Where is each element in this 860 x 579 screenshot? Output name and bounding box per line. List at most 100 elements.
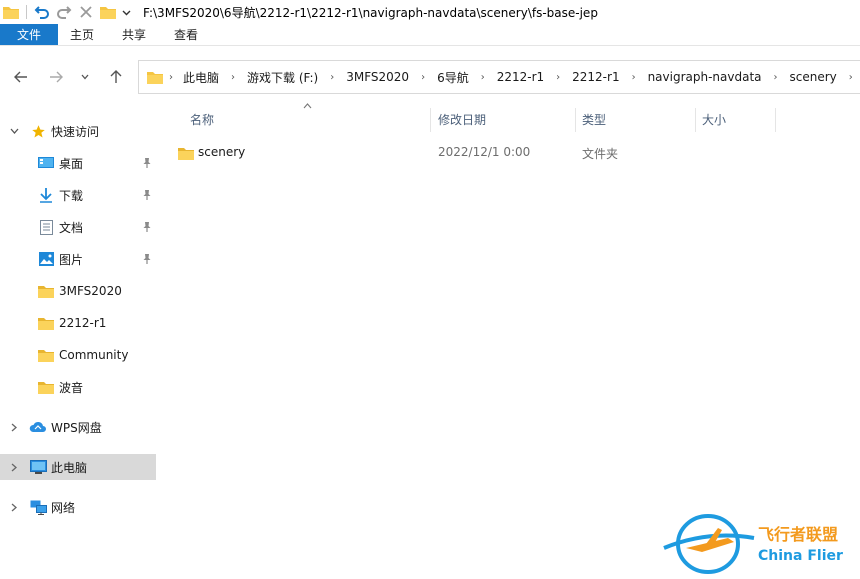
breadcrumb-separator: ›: [773, 71, 778, 83]
new-folder-icon[interactable]: [97, 1, 119, 23]
column-header-modified[interactable]: 修改日期: [438, 108, 486, 130]
column-divider[interactable]: [430, 108, 431, 132]
undo-icon[interactable]: [31, 1, 53, 23]
arrow-right-icon: [50, 71, 63, 83]
tab-view[interactable]: 查看: [160, 24, 212, 45]
chevron-right-icon[interactable]: [9, 422, 19, 432]
redo-icon[interactable]: [53, 1, 75, 23]
tab-file[interactable]: 文件: [0, 24, 58, 45]
chevron-right-icon[interactable]: [9, 462, 19, 472]
window-title: F:\3MFS2020\6导航\2212-r1\2212-r1\navigrap…: [143, 5, 598, 20]
sidebar-item-label: 桌面: [59, 156, 84, 171]
chevron-down-icon[interactable]: [9, 126, 19, 136]
back-button[interactable]: [9, 66, 33, 88]
chevron-right-icon[interactable]: [9, 502, 19, 512]
ribbon-tabs: 文件 主页 共享 查看: [0, 24, 860, 46]
forward-button[interactable]: [44, 66, 68, 88]
sidebar-item-label: 快速访问: [51, 124, 100, 139]
column-divider[interactable]: [575, 108, 576, 132]
sidebar-item-label: 下载: [59, 188, 84, 203]
column-divider[interactable]: [695, 108, 696, 132]
tab-home[interactable]: 主页: [58, 24, 108, 45]
pin-icon[interactable]: [141, 221, 153, 233]
sort-ascending-icon: [303, 102, 312, 112]
breadcrumb-3mfs2020[interactable]: 3MFS2020: [344, 70, 411, 84]
list-item[interactable]: scenery 2022/12/1 0:00 文件夹: [160, 142, 860, 164]
folder-icon: [37, 347, 55, 363]
address-bar[interactable]: › 此电脑 › 游戏下载 (F:) › 3MFS2020 › 6导航 › 221…: [138, 60, 860, 94]
download-icon: [37, 187, 55, 203]
sidebar-item-label: 此电脑: [51, 460, 88, 475]
chevron-down-icon: [81, 74, 89, 80]
breadcrumb-separator: ›: [330, 71, 335, 83]
navigation-bar: › 此电脑 › 游戏下载 (F:) › 3MFS2020 › 6导航 › 221…: [0, 46, 860, 108]
column-divider[interactable]: [775, 108, 776, 132]
file-name[interactable]: scenery: [198, 145, 245, 159]
watermark-logo: 飞行者联盟 China Flier: [656, 508, 856, 578]
folder-icon: [177, 145, 195, 161]
cloud-icon: [29, 419, 47, 435]
sidebar-item-documents[interactable]: 文档: [0, 214, 156, 240]
sidebar-item-community[interactable]: Community: [0, 342, 156, 368]
tab-share[interactable]: 共享: [108, 24, 160, 45]
sidebar-item-wps-cloud[interactable]: WPS网盘: [0, 414, 156, 440]
customize-toolbar-chevron-down-icon[interactable]: [119, 1, 133, 23]
title-bar: F:\3MFS2020\6导航\2212-r1\2212-r1\navigrap…: [0, 0, 860, 24]
watermark-text-cn: 飞行者联盟: [758, 525, 838, 544]
sidebar-item-pictures[interactable]: 图片: [0, 246, 156, 272]
sidebar-item-quick-access[interactable]: 快速访问: [0, 118, 156, 144]
breadcrumb-6nav[interactable]: 6导航: [435, 69, 471, 86]
breadcrumb-separator: ›: [421, 71, 426, 83]
breadcrumb-navigraph-navdata[interactable]: navigraph-navdata: [646, 70, 764, 84]
up-button[interactable]: [104, 66, 128, 88]
breadcrumb-separator: ›: [231, 71, 236, 83]
breadcrumb-2212-r1-inner[interactable]: 2212-r1: [570, 70, 621, 84]
network-icon: [29, 499, 47, 515]
breadcrumb-separator: ›: [848, 71, 853, 83]
folder-icon: [147, 70, 163, 84]
breadcrumb-separator: ›: [480, 71, 485, 83]
column-header-name[interactable]: 名称: [190, 108, 214, 130]
sidebar-item-label: 网络: [51, 500, 76, 515]
sidebar-item-desktop[interactable]: 桌面: [0, 150, 156, 176]
breadcrumb-this-pc[interactable]: 此电脑: [181, 69, 221, 86]
sidebar-item-2212-r1[interactable]: 2212-r1: [0, 310, 156, 336]
document-icon: [37, 219, 55, 235]
pin-icon[interactable]: [141, 189, 153, 201]
sidebar-item-label: Community: [59, 348, 129, 362]
breadcrumb-drive-f[interactable]: 游戏下载 (F:): [245, 69, 320, 86]
navigation-pane: 快速访问 桌面 下载 文档 图片 3MFS2020 2212-r1 Commun…: [0, 108, 160, 579]
folder-icon: [37, 283, 55, 299]
china-flier-logo: 飞行者联盟 China Flier: [663, 514, 843, 574]
column-header-size[interactable]: 大小: [702, 108, 726, 130]
sidebar-item-label: 图片: [59, 252, 84, 267]
sidebar-item-this-pc[interactable]: 此电脑: [0, 454, 156, 480]
breadcrumb-scenery[interactable]: scenery: [788, 70, 839, 84]
sidebar-item-label: 2212-r1: [59, 316, 107, 330]
sidebar-item-downloads[interactable]: 下载: [0, 182, 156, 208]
arrow-up-icon: [110, 70, 122, 83]
sidebar-item-network[interactable]: 网络: [0, 494, 156, 520]
column-header-type[interactable]: 类型: [582, 108, 606, 130]
arrow-left-icon: [14, 71, 27, 83]
folder-icon[interactable]: [0, 1, 22, 23]
sidebar-item-boeing[interactable]: 波音: [0, 374, 156, 400]
quick-access-toolbar: [0, 0, 133, 24]
sidebar-item-label: WPS网盘: [51, 420, 102, 435]
file-type: 文件夹: [582, 147, 619, 161]
breadcrumb-separator: ›: [169, 71, 173, 83]
sidebar-item-3mfs2020[interactable]: 3MFS2020: [0, 278, 156, 304]
folder-icon: [37, 379, 55, 395]
breadcrumb-2212-r1[interactable]: 2212-r1: [495, 70, 546, 84]
pin-icon[interactable]: [141, 157, 153, 169]
computer-icon: [29, 459, 47, 475]
recent-locations-button[interactable]: [75, 66, 95, 88]
sidebar-item-label: 3MFS2020: [59, 284, 122, 298]
watermark-text-en: China Flier: [758, 548, 843, 564]
delete-icon[interactable]: [75, 1, 97, 23]
pin-icon[interactable]: [141, 253, 153, 265]
star-icon: [29, 123, 47, 139]
file-modified: 2022/12/1 0:00: [438, 145, 531, 159]
desktop-icon: [37, 155, 55, 171]
folder-icon: [37, 315, 55, 331]
